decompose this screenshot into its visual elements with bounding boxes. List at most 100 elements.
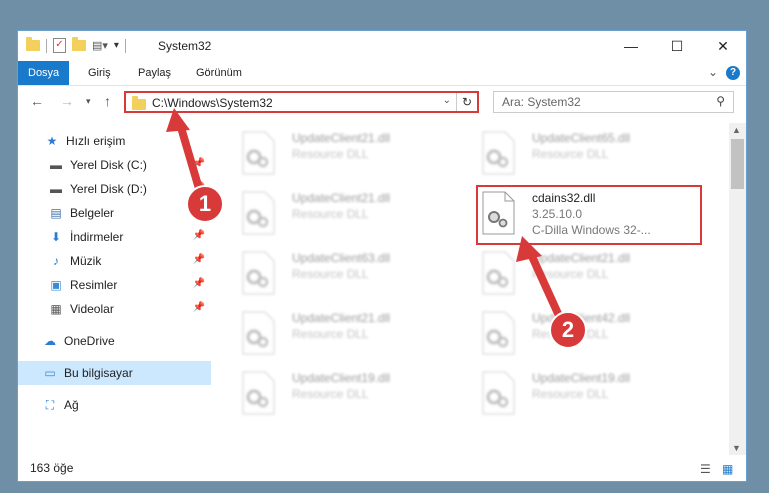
address-bar[interactable]: C:\Windows\System32 ⌄ ↻ bbox=[124, 91, 479, 113]
file-item[interactable]: UpdateClient21.dll Resource DLL bbox=[240, 129, 460, 185]
step-2-marker: 2 bbox=[549, 311, 587, 349]
vertical-scrollbar[interactable]: ▲ ▼ bbox=[729, 123, 746, 455]
computer-icon: ▭ bbox=[44, 366, 56, 380]
file-name: UpdateClient21.dll bbox=[292, 191, 391, 205]
dll-file-icon bbox=[242, 131, 275, 175]
ribbon-expand-icon[interactable]: ⌄ bbox=[708, 65, 718, 79]
folder-icon bbox=[132, 96, 146, 110]
large-icons-view-icon[interactable]: ▦ bbox=[722, 462, 733, 476]
folder-icon[interactable] bbox=[26, 37, 40, 51]
item-count: 163 öğe bbox=[30, 461, 74, 475]
dll-file-icon bbox=[482, 251, 515, 295]
recent-locations-icon[interactable]: ▾ bbox=[86, 96, 91, 107]
sidebar-item-videos[interactable]: ▦ Videolar 📌 bbox=[18, 297, 211, 321]
sidebar-item-label: Yerel Disk (D:) bbox=[70, 182, 147, 196]
file-item[interactable]: UpdateClient21.dll Resource DLL bbox=[240, 309, 460, 365]
file-item[interactable]: UpdateClient63.dll Resource DLL bbox=[240, 249, 460, 305]
properties-icon[interactable]: ✓ bbox=[53, 38, 66, 53]
sidebar-item-quick-access[interactable]: ★ Hızlı erişim bbox=[18, 129, 211, 153]
step-1-marker: 1 bbox=[186, 185, 224, 223]
file-item[interactable]: UpdateClient19.dll Resource DLL bbox=[480, 369, 700, 425]
sidebar-item-pictures[interactable]: ▣ Resimler 📌 bbox=[18, 273, 211, 297]
tab-gorunum[interactable]: Görünüm bbox=[186, 61, 252, 85]
tab-paylas[interactable]: Paylaş bbox=[128, 61, 181, 85]
search-input[interactable]: Ara: System32 ⚲ bbox=[493, 91, 734, 113]
sidebar-item-downloads[interactable]: ⬇ İndirmeler 📌 bbox=[18, 225, 211, 249]
search-icon[interactable]: ⚲ bbox=[716, 94, 725, 108]
file-item[interactable]: UpdateClient21.dll Resource DLL bbox=[480, 249, 700, 305]
search-placeholder[interactable]: Ara: System32 bbox=[502, 95, 581, 109]
close-button[interactable]: ✕ bbox=[700, 31, 746, 61]
file-item[interactable]: UpdateClient42.dll Resource DLL bbox=[480, 309, 700, 365]
details-view-icon[interactable]: ☰ bbox=[700, 462, 711, 476]
ribbon-tabs: Dosya Giriş Paylaş Görünüm ⌄ ? bbox=[18, 61, 746, 86]
scroll-down-icon[interactable]: ▼ bbox=[732, 443, 741, 453]
sidebar-item-label: İndirmeler bbox=[70, 230, 124, 244]
file-name: UpdateClient19.dll bbox=[532, 371, 631, 385]
file-item[interactable]: UpdateClient21.dll Resource DLL bbox=[240, 189, 460, 245]
sidebar-item-onedrive[interactable]: ☁ OneDrive bbox=[18, 329, 211, 353]
maximize-button[interactable]: ☐ bbox=[654, 31, 700, 61]
file-name: UpdateClient21.dll bbox=[532, 251, 631, 265]
sidebar-item-label: Bu bilgisayar bbox=[64, 366, 133, 380]
refresh-icon[interactable]: ↻ bbox=[456, 93, 477, 111]
sidebar-item-label: Ağ bbox=[64, 398, 79, 412]
dll-file-icon bbox=[242, 251, 275, 295]
sidebar-item-label: Yerel Disk (C:) bbox=[70, 158, 147, 172]
drive-icon: ▬ bbox=[50, 158, 62, 172]
navigation-pane: ★ Hızlı erişim ▬ Yerel Disk (C:) 📌 ▬ Yer… bbox=[18, 123, 211, 453]
file-description: Resource DLL bbox=[292, 387, 369, 401]
scrollbar-thumb[interactable] bbox=[731, 139, 744, 189]
title-bar: ✓ ▤▾ ▾ System32 — ☐ ✕ bbox=[18, 31, 746, 61]
music-icon: ♪ bbox=[53, 254, 59, 268]
minimize-button[interactable]: — bbox=[608, 31, 654, 61]
status-bar: 163 öğe ☰ ▦ bbox=[18, 457, 746, 481]
back-arrow-icon[interactable]: ← bbox=[30, 93, 44, 109]
cloud-icon: ☁ bbox=[44, 334, 56, 348]
sidebar-item-this-pc[interactable]: ▭ Bu bilgisayar bbox=[18, 361, 211, 385]
file-item[interactable]: UpdateClient19.dll Resource DLL bbox=[240, 369, 460, 425]
dll-file-icon bbox=[482, 371, 515, 415]
pictures-icon: ▣ bbox=[50, 278, 62, 292]
toolbar-divider bbox=[124, 38, 126, 53]
drive-icon: ▬ bbox=[50, 182, 62, 196]
dll-file-icon bbox=[482, 131, 515, 175]
navigation-bar: ← → ▾ ↑ C:\Windows\System32 ⌄ ↻ Ara: Sys… bbox=[18, 86, 746, 118]
sidebar-item-disk-d[interactable]: ▬ Yerel Disk (D:) 📌 bbox=[18, 177, 211, 201]
sidebar-item-documents[interactable]: ▤ Belgeler 📌 bbox=[18, 201, 211, 225]
file-name: UpdateClient63.dll bbox=[292, 251, 391, 265]
file-description: Resource DLL bbox=[532, 387, 609, 401]
network-icon: ⛶ bbox=[45, 397, 55, 412]
file-name: UpdateClient21.dll bbox=[292, 131, 391, 145]
quick-access-toolbar: ✓ ▤▾ ▾ bbox=[26, 37, 126, 53]
pin-icon: 📌 bbox=[192, 302, 205, 313]
sidebar-item-label: Resimler bbox=[70, 278, 118, 292]
file-name: UpdateClient65.dll bbox=[532, 131, 631, 145]
chevron-down-icon[interactable]: ⌄ bbox=[443, 95, 451, 106]
dll-file-icon bbox=[242, 191, 275, 235]
pin-icon: 📌 bbox=[192, 230, 205, 241]
file-description: Resource DLL bbox=[532, 147, 609, 161]
dll-file-icon bbox=[482, 311, 515, 355]
explorer-window: ✓ ▤▾ ▾ System32 — ☐ ✕ Dosya Giriş Paylaş… bbox=[17, 30, 747, 482]
file-description: Resource DLL bbox=[292, 327, 369, 341]
tab-dosya[interactable]: Dosya bbox=[18, 61, 70, 85]
customize-toolbar-icon[interactable]: ▤▾ bbox=[92, 39, 108, 52]
star-icon: ★ bbox=[46, 134, 58, 148]
file-item[interactable]: UpdateClient65.dll Resource DLL bbox=[480, 129, 700, 185]
toolbar-dropdown-icon[interactable]: ▾ bbox=[114, 40, 119, 51]
up-arrow-icon[interactable]: ↑ bbox=[104, 93, 111, 109]
tab-giris[interactable]: Giriş bbox=[78, 61, 121, 85]
file-description: Resource DLL bbox=[532, 267, 609, 281]
file-name: UpdateClient19.dll bbox=[292, 371, 391, 385]
new-folder-icon[interactable] bbox=[72, 37, 86, 51]
documents-icon: ▤ bbox=[50, 206, 62, 220]
forward-arrow-icon[interactable]: → bbox=[60, 93, 74, 109]
scroll-up-icon[interactable]: ▲ bbox=[732, 125, 741, 135]
address-path[interactable]: C:\Windows\System32 bbox=[152, 96, 273, 110]
sidebar-item-disk-c[interactable]: ▬ Yerel Disk (C:) 📌 bbox=[18, 153, 211, 177]
sidebar-item-music[interactable]: ♪ Müzik 📌 bbox=[18, 249, 211, 273]
help-icon[interactable]: ? bbox=[726, 66, 740, 80]
sidebar-item-label: Hızlı erişim bbox=[66, 134, 126, 148]
sidebar-item-network[interactable]: ⛶ Ağ bbox=[18, 393, 211, 417]
